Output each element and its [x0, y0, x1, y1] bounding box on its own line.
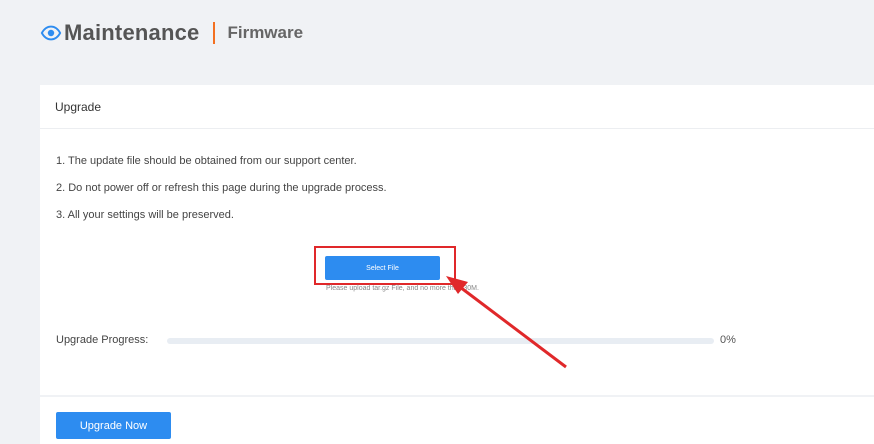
page-subtitle: Firmware	[227, 23, 304, 42]
card-title: Upgrade	[40, 85, 874, 129]
upgrade-card: Upgrade 1. The update file should be obt…	[40, 85, 874, 395]
instruction-item: 2. Do not power off or refresh this page…	[56, 182, 387, 194]
instructions-list: 1. The update file should be obtained fr…	[56, 155, 387, 236]
instruction-item: 1. The update file should be obtained fr…	[56, 155, 357, 167]
firmware-page: Maintenance Firmware Upgrade 1. The upda…	[0, 0, 874, 444]
select-file-button[interactable]: Select File	[325, 256, 440, 280]
page-header: Maintenance Firmware	[40, 16, 303, 50]
title-divider	[213, 22, 216, 44]
progress-label: Upgrade Progress:	[56, 334, 149, 346]
eye-icon	[40, 25, 62, 41]
upgrade-now-button[interactable]: Upgrade Now	[56, 412, 171, 439]
action-bar: Upgrade Now	[40, 397, 874, 444]
upload-hint: Please upload tar.gz File, and no more t…	[326, 285, 479, 292]
progress-bar	[167, 338, 714, 344]
progress-percent: 0%	[720, 334, 736, 346]
instruction-item: 3. All your settings will be preserved.	[56, 209, 234, 221]
page-title: Maintenance	[64, 20, 200, 45]
